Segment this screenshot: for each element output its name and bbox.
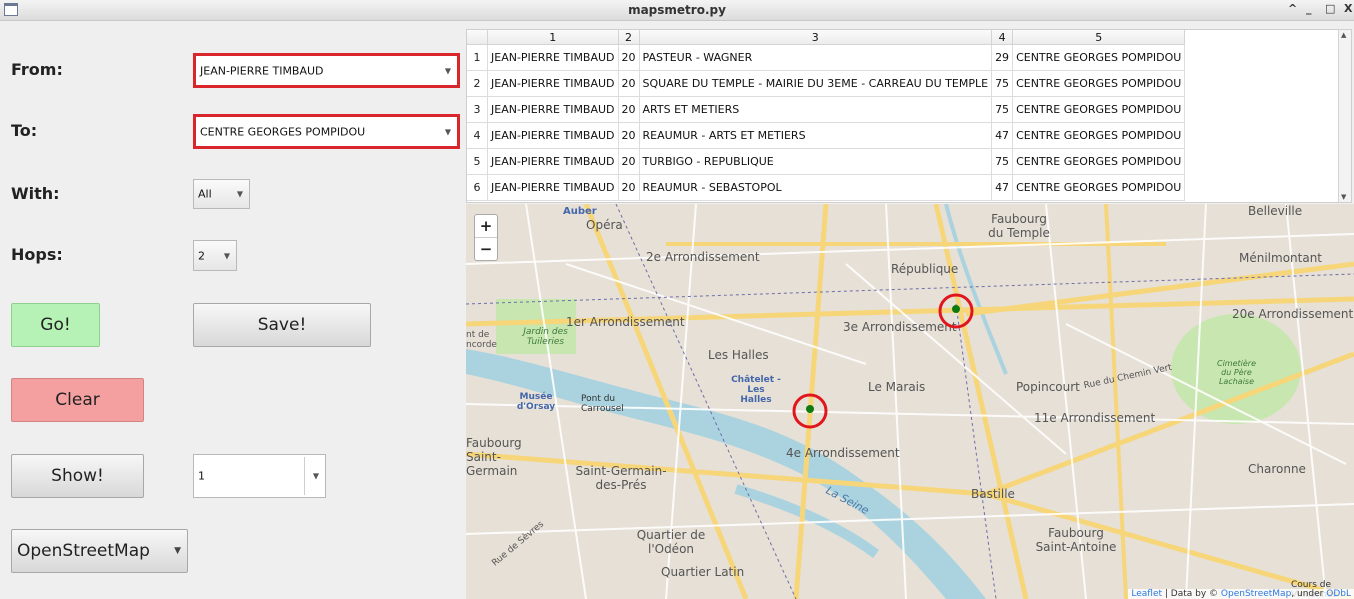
map-provider-select[interactable]: OpenStreetMap ▼	[11, 529, 188, 573]
table-cell[interactable]: JEAN-PIERRE TIMBAUD	[487, 70, 619, 97]
to-station-select[interactable]: CENTRE GEORGES POMPIDOU ▼	[193, 114, 460, 149]
table-row[interactable]: 5 JEAN-PIERRE TIMBAUD 20 TURBIGO - REPUB…	[467, 148, 1186, 175]
table-row[interactable]: 1 JEAN-PIERRE TIMBAUD 20 PASTEUR - WAGNE…	[467, 44, 1186, 71]
row-number: 5	[467, 148, 488, 175]
table-cell[interactable]: 20	[618, 96, 640, 123]
table-cell[interactable]: REAUMUR - SEBASTOPOL	[639, 174, 993, 201]
leaflet-link[interactable]: Leaflet	[1131, 589, 1162, 599]
to-station-value: CENTRE GEORGES POMPIDOU	[200, 125, 366, 138]
row-number: 4	[467, 122, 488, 149]
scroll-up-icon[interactable]: ▲	[1341, 31, 1346, 39]
with-select[interactable]: All ▼	[193, 179, 250, 209]
map-view[interactable]: + − Auber Opéra 2e Arrondissement Faubou…	[466, 204, 1354, 599]
table-row[interactable]: 3 JEAN-PIERRE TIMBAUD 20 ARTS ET METIERS…	[467, 96, 1186, 123]
attribution-text: | Data by ©	[1162, 589, 1221, 599]
chevron-down-icon: ▼	[174, 546, 181, 556]
window-title: mapsmetro.py	[628, 3, 726, 17]
chevron-down-icon: ▼	[223, 251, 230, 260]
with-value: All	[198, 187, 212, 201]
chevron-down-icon: ▼	[444, 127, 451, 136]
from-station-select[interactable]: JEAN-PIERRE TIMBAUD ▼	[193, 53, 460, 88]
column-header[interactable]: 2	[618, 30, 640, 45]
column-header[interactable]: 4	[991, 30, 1014, 45]
table-cell[interactable]: 20	[618, 174, 640, 201]
hops-value: 2	[198, 249, 205, 262]
table-cell[interactable]: 20	[618, 148, 640, 175]
table-cell[interactable]: JEAN-PIERRE TIMBAUD	[487, 96, 619, 123]
with-label: With:	[11, 184, 60, 203]
table-header-row: 1 2 3 4 5	[467, 30, 1186, 45]
table-cell[interactable]: 47	[991, 174, 1014, 201]
chevron-down-icon: ▼	[312, 471, 319, 481]
table-cell[interactable]: 47	[991, 122, 1014, 149]
table-cell[interactable]: REAUMUR - ARTS ET METIERS	[639, 122, 993, 149]
window-titlebar: mapsmetro.py ^ _ □ X	[0, 0, 1354, 21]
show-route-index-value: 1	[198, 469, 205, 483]
origin-station-marker	[952, 305, 960, 313]
go-button[interactable]: Go!	[11, 303, 100, 347]
table-cell[interactable]: CENTRE GEORGES POMPIDOU	[1012, 44, 1186, 71]
table-cell[interactable]: SQUARE DU TEMPLE - MAIRIE DU 3EME - CARR…	[639, 70, 993, 97]
combo-separator	[304, 457, 305, 495]
to-label: To:	[11, 121, 38, 140]
table-cell[interactable]: 75	[991, 148, 1014, 175]
window-shade-button[interactable]: ^	[1288, 2, 1297, 15]
chevron-down-icon: ▼	[236, 189, 243, 199]
map-attribution: Leaflet | Data by © OpenStreetMap, under…	[1128, 589, 1354, 599]
table-cell[interactable]: TURBIGO - REPUBLIQUE	[639, 148, 993, 175]
table-vertical-scrollbar[interactable]: ▲ ▼	[1338, 30, 1351, 202]
table-cell[interactable]: JEAN-PIERRE TIMBAUD	[487, 44, 619, 71]
show-button[interactable]: Show!	[11, 454, 144, 498]
table-cell[interactable]: JEAN-PIERRE TIMBAUD	[487, 174, 619, 201]
table-cell[interactable]: CENTRE GEORGES POMPIDOU	[1012, 96, 1186, 123]
show-route-index-select[interactable]: 1 ▼	[193, 454, 326, 498]
scroll-down-icon[interactable]: ▼	[1341, 193, 1346, 201]
from-station-value: JEAN-PIERRE TIMBAUD	[200, 64, 324, 77]
table-cell[interactable]: CENTRE GEORGES POMPIDOU	[1012, 148, 1186, 175]
map-provider-value: OpenStreetMap	[17, 541, 150, 561]
save-button[interactable]: Save!	[193, 303, 371, 347]
table-cell[interactable]: 75	[991, 96, 1014, 123]
table-cell[interactable]: 20	[618, 44, 640, 71]
hops-label: Hops:	[11, 245, 63, 264]
table-cell[interactable]: 20	[618, 122, 640, 149]
table-cell[interactable]: CENTRE GEORGES POMPIDOU	[1012, 70, 1186, 97]
table-cell[interactable]: 75	[991, 70, 1014, 97]
destination-station-marker	[806, 405, 814, 413]
row-number: 2	[467, 70, 488, 97]
map-markers-layer	[792, 293, 974, 429]
row-number: 3	[467, 96, 488, 123]
form-panel: From: JEAN-PIERRE TIMBAUD ▼ To: CENTRE G…	[0, 21, 466, 599]
table-cell[interactable]: PASTEUR - WAGNER	[639, 44, 993, 71]
hops-select[interactable]: 2 ▼	[193, 240, 237, 271]
routes-table[interactable]: 1 2 3 4 5 1 JEAN-PIERRE TIMBAUD 20 PASTE…	[466, 29, 1352, 203]
column-header[interactable]: 1	[487, 30, 619, 45]
window-close-button[interactable]: X	[1344, 2, 1352, 15]
table-row[interactable]: 2 JEAN-PIERRE TIMBAUD 20 SQUARE DU TEMPL…	[467, 70, 1186, 97]
odbl-link[interactable]: ODbL	[1326, 589, 1351, 599]
row-number: 1	[467, 44, 488, 71]
table-cell[interactable]: JEAN-PIERRE TIMBAUD	[487, 148, 619, 175]
table-cell[interactable]: 29	[991, 44, 1014, 71]
row-number-header	[467, 30, 488, 45]
window-minimize-button[interactable]: _	[1306, 2, 1312, 15]
chevron-down-icon: ▼	[444, 66, 451, 75]
table-cell[interactable]: ARTS ET METIERS	[639, 96, 993, 123]
column-header[interactable]: 5	[1012, 30, 1186, 45]
table-cell[interactable]: CENTRE GEORGES POMPIDOU	[1012, 122, 1186, 149]
table-cell[interactable]: 20	[618, 70, 640, 97]
table-cell[interactable]: JEAN-PIERRE TIMBAUD	[487, 122, 619, 149]
attribution-text: , under	[1291, 589, 1327, 599]
column-header[interactable]: 3	[639, 30, 993, 45]
openstreetmap-link[interactable]: OpenStreetMap	[1221, 589, 1291, 599]
table-cell[interactable]: CENTRE GEORGES POMPIDOU	[1012, 174, 1186, 201]
row-number: 6	[467, 174, 488, 201]
table-row[interactable]: 6 JEAN-PIERRE TIMBAUD 20 REAUMUR - SEBAS…	[467, 174, 1186, 201]
table-row[interactable]: 4 JEAN-PIERRE TIMBAUD 20 REAUMUR - ARTS …	[467, 122, 1186, 149]
from-label: From:	[11, 60, 63, 79]
clear-button[interactable]: Clear	[11, 378, 144, 422]
window-maximize-button[interactable]: □	[1325, 2, 1335, 15]
